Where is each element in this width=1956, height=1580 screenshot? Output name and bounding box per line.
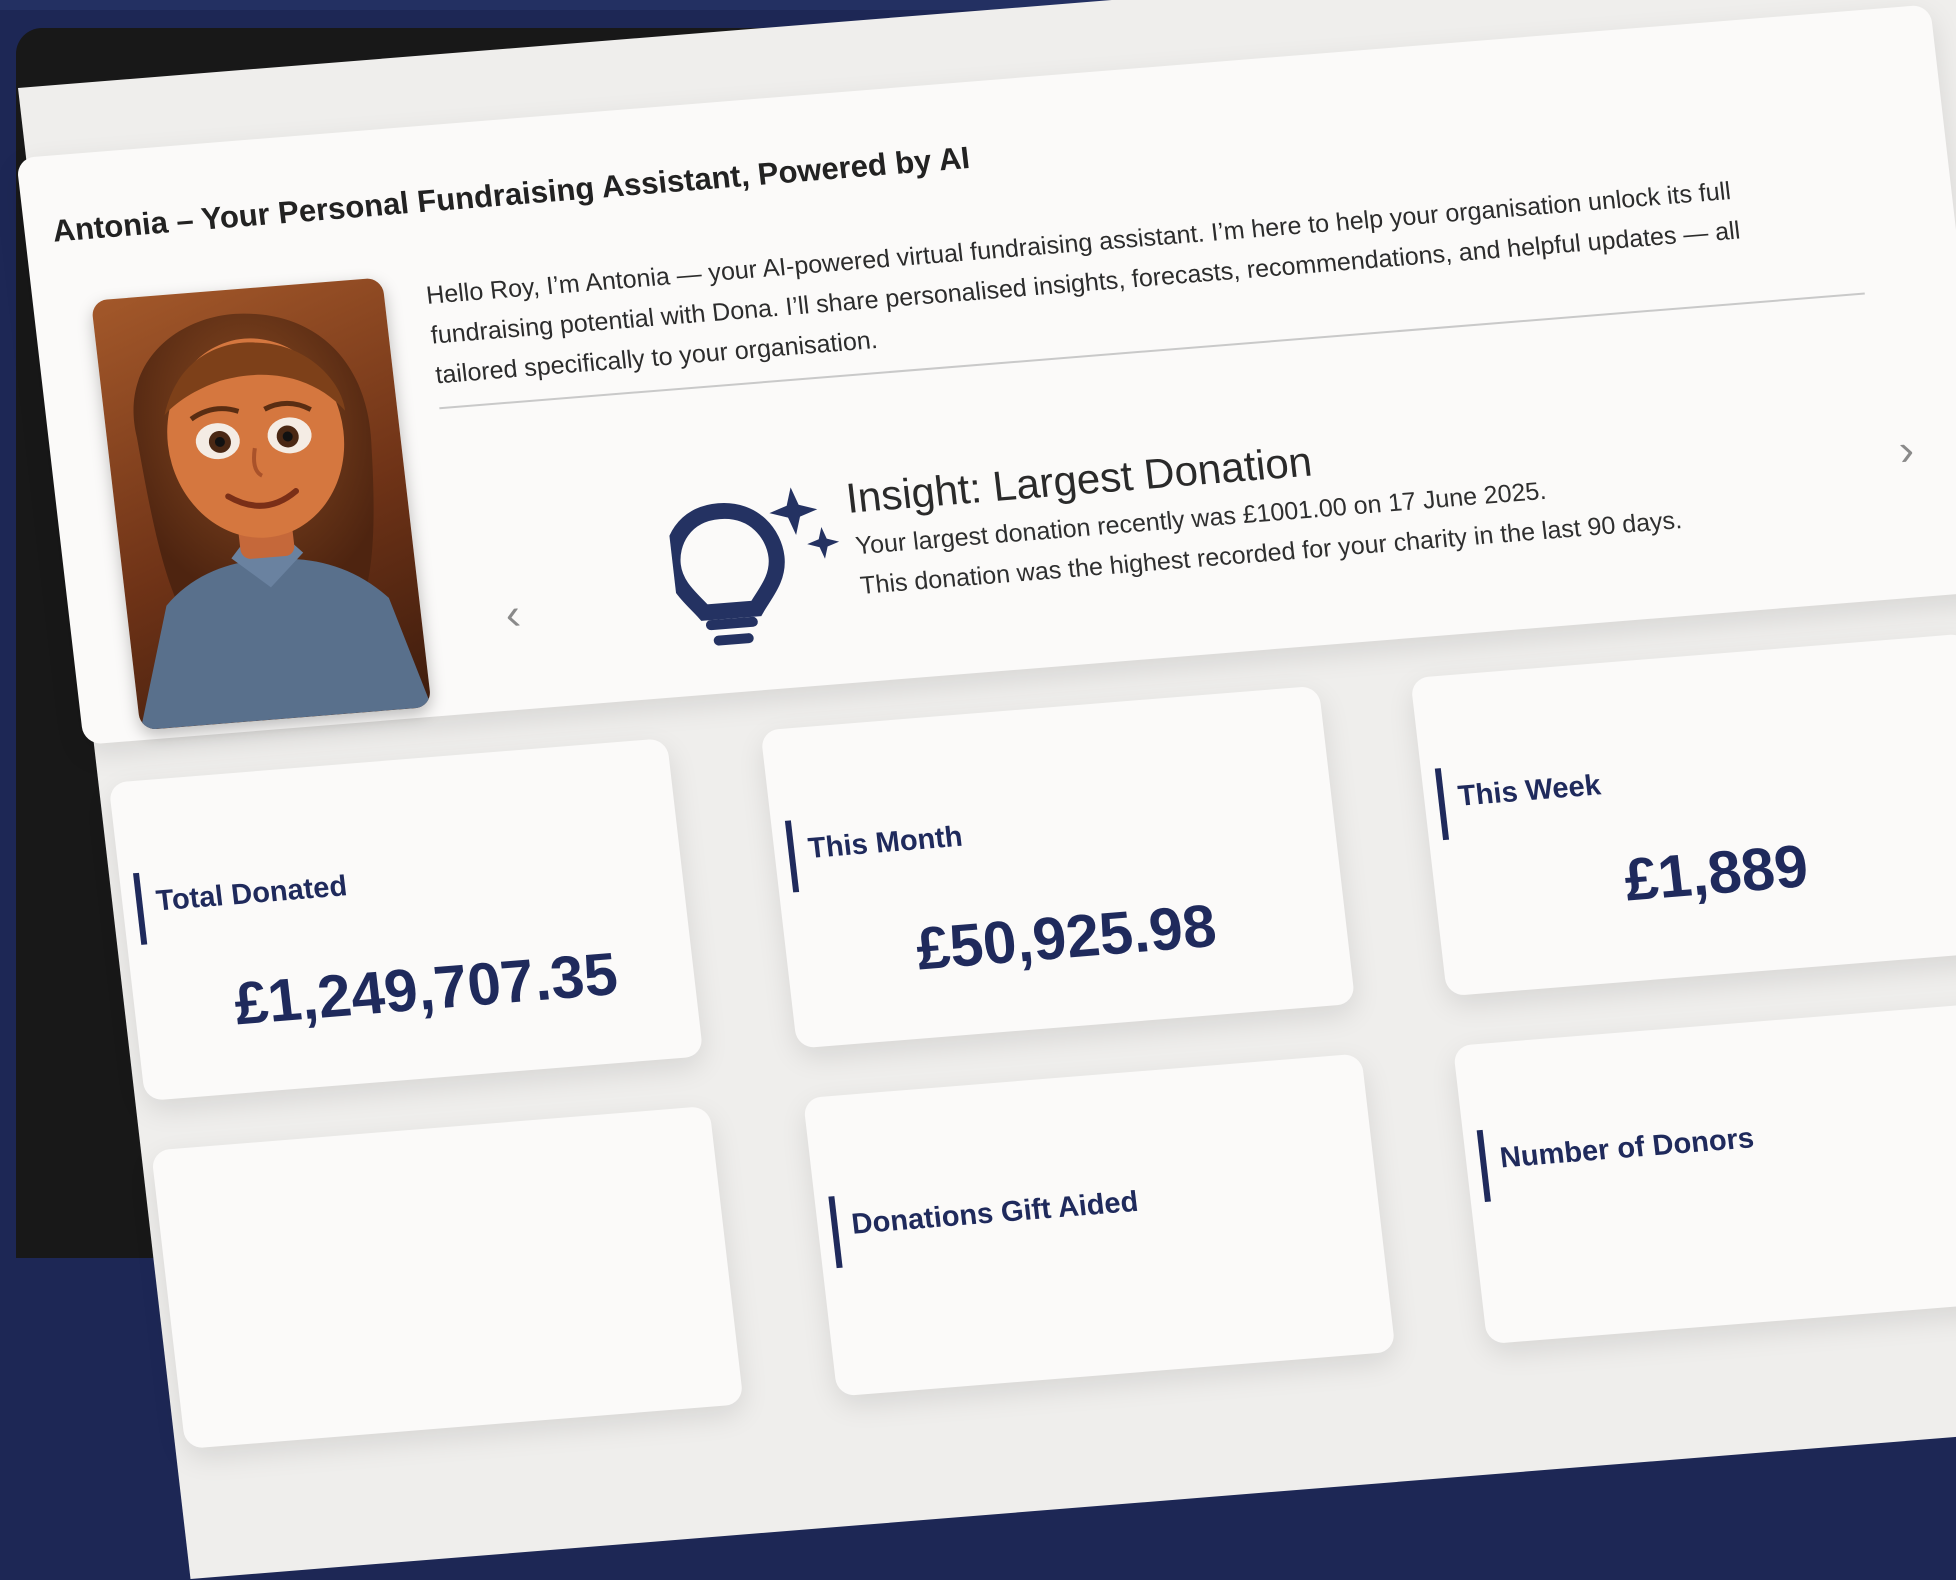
stat-value: £1,249,707.35 <box>230 940 621 1038</box>
assistant-avatar <box>90 277 432 731</box>
dashboard-screen: Antonia – Your Personal Fundraising Assi… <box>16 0 1956 1579</box>
stat-label: This Month <box>806 820 965 865</box>
stat-label: This Week <box>1456 769 1603 813</box>
stat-accent-bar <box>1434 768 1450 841</box>
stat-card-empty <box>151 1105 744 1449</box>
assistant-card: Antonia – Your Personal Fundraising Assi… <box>16 4 1956 745</box>
stat-value: £50,925.98 <box>912 891 1220 983</box>
stat-card-this-week: This Week £1,889 <box>1410 633 1956 997</box>
chevron-right-icon[interactable]: › <box>1896 425 1916 476</box>
chevron-left-icon[interactable]: ‹ <box>503 590 523 641</box>
stat-card-total-donated: Total Donated £1,249,707.35 <box>108 738 704 1102</box>
tablet-frame: Antonia – Your Personal Fundraising Assi… <box>16 0 1956 1579</box>
stat-accent-bar <box>784 820 800 893</box>
stat-accent-bar <box>133 872 148 945</box>
stat-label: Total Donated <box>154 870 349 918</box>
stat-label: Number of Donors <box>1498 1122 1756 1175</box>
stat-value: £1,889 <box>1620 832 1812 914</box>
stat-card-number-of-donors: Number of Donors <box>1452 1001 1956 1345</box>
lightbulb-icon <box>664 487 840 646</box>
stat-accent-bar <box>828 1196 843 1269</box>
avatar-illustration <box>133 313 432 731</box>
stat-card-this-month: This Month £50,925.98 <box>760 685 1356 1049</box>
stat-card-gift-aided: Donations Gift Aided <box>802 1053 1396 1397</box>
assistant-title: Antonia – Your Personal Fundraising Assi… <box>50 140 972 249</box>
stat-accent-bar <box>1476 1129 1491 1202</box>
stat-label: Donations Gift Aided <box>849 1185 1140 1241</box>
